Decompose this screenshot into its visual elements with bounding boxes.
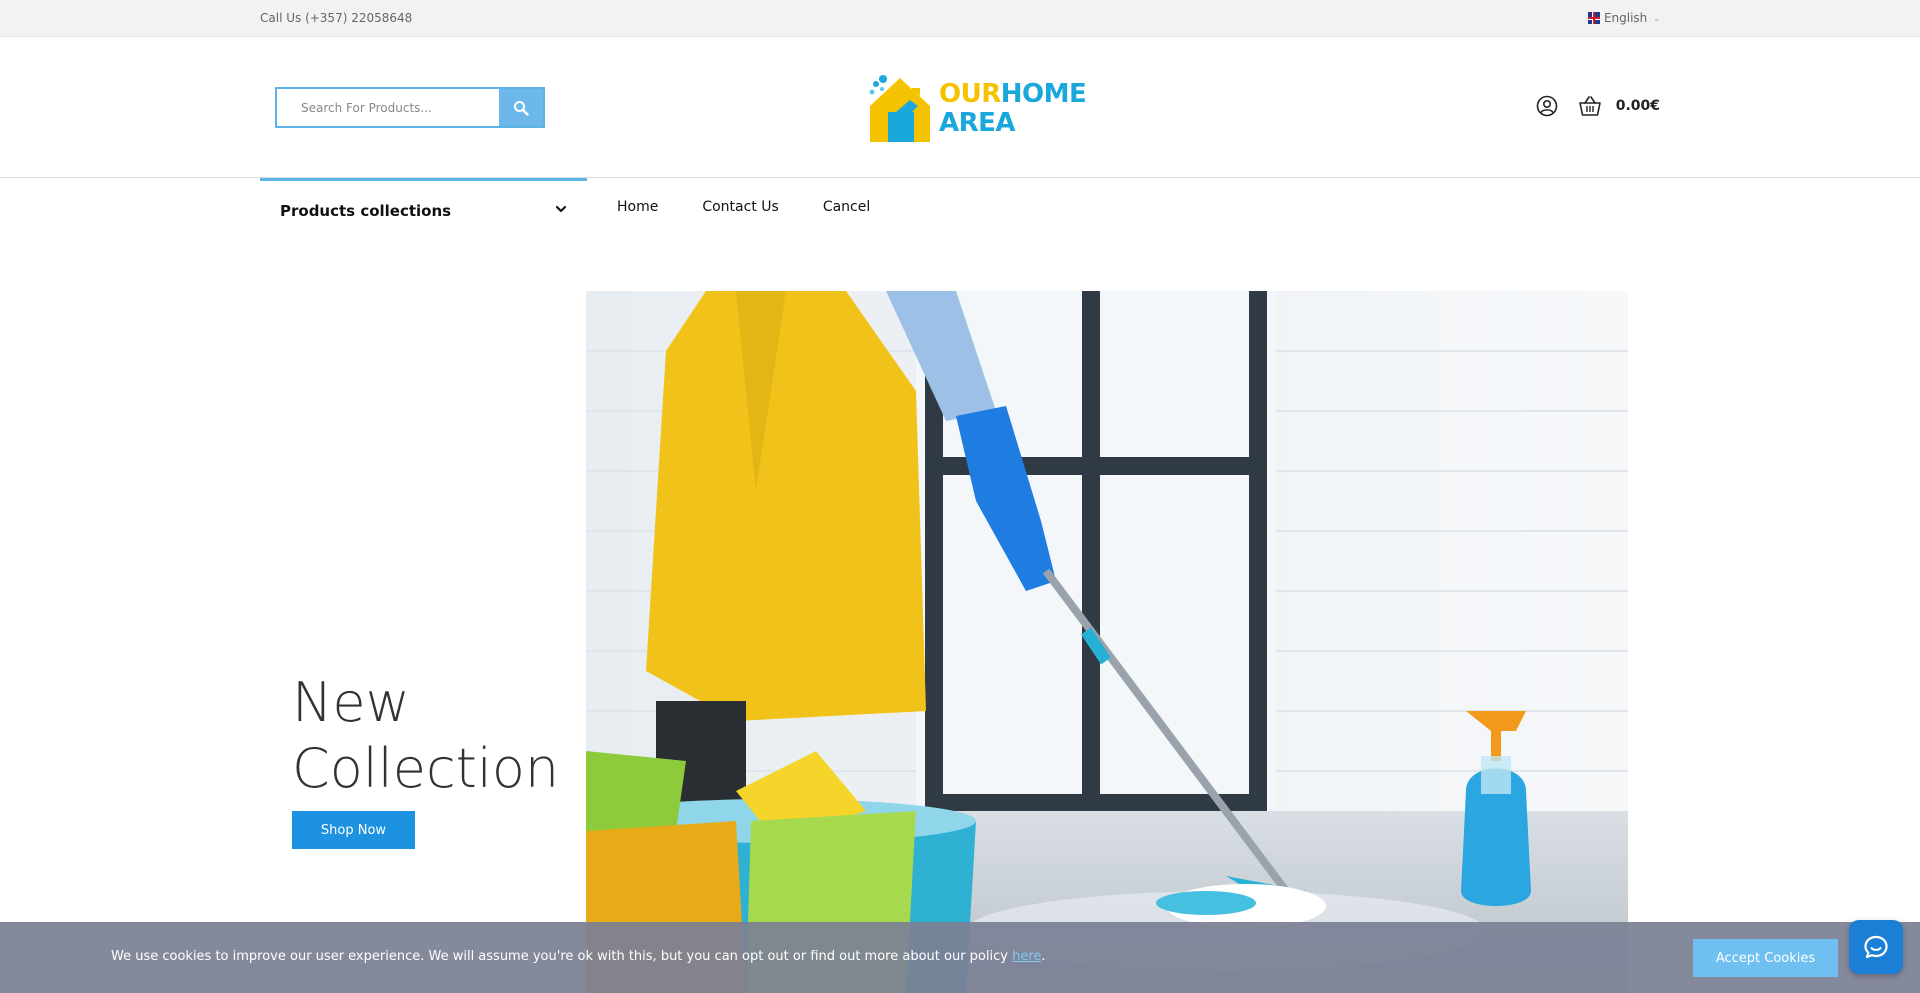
site-header: OURHOME AREA 0.00€: [0, 37, 1920, 178]
hero-title-line-1: New: [292, 671, 410, 734]
hero-heading: New Collection: [292, 670, 582, 802]
chevron-down-icon: [555, 205, 567, 213]
cart-total[interactable]: 0.00€: [1616, 98, 1660, 114]
shopping-basket-icon[interactable]: [1578, 95, 1602, 117]
hero-cleaning-photo: [586, 291, 1628, 993]
house-logo-icon: [869, 75, 930, 142]
chat-widget-button[interactable]: [1849, 920, 1903, 974]
main-nav: Products collections Home Contact Us Can…: [0, 178, 1920, 240]
header-actions: 0.00€: [1536, 95, 1660, 117]
call-us-text: Call Us (+357) 22058648: [260, 11, 413, 25]
chevron-down-icon: ⌄: [1653, 13, 1660, 23]
logo-word-our: OUR: [939, 79, 1001, 109]
chat-bubble-icon: [1864, 935, 1888, 959]
logo-word-home: HOME: [1000, 79, 1087, 109]
accept-cookies-button[interactable]: Accept Cookies: [1693, 939, 1838, 977]
nav-item-cancel[interactable]: Cancel: [823, 199, 870, 215]
hero-title-line-2: Collection: [292, 737, 560, 800]
products-collections-label: Products collections: [280, 202, 452, 220]
cookie-message: We use cookies to improve our user exper…: [111, 949, 1046, 964]
search-icon: [514, 100, 529, 116]
logo-text: OURHOME AREA: [939, 79, 1087, 138]
shop-now-button[interactable]: Shop Now: [292, 811, 415, 849]
nav-menu: Home Contact Us Cancel: [617, 199, 870, 215]
user-account-icon[interactable]: [1536, 95, 1558, 117]
products-collections-dropdown[interactable]: Products collections: [260, 178, 587, 240]
search-form: [275, 87, 545, 128]
cookie-message-text: We use cookies to improve our user exper…: [111, 949, 1013, 964]
nav-item-contact-us[interactable]: Contact Us: [702, 199, 778, 215]
top-bar: Call Us (+357) 22058648 English ⌄: [0, 0, 1920, 37]
cookie-policy-link[interactable]: here: [1012, 949, 1041, 964]
site-logo[interactable]: OURHOME AREA: [866, 70, 1087, 146]
search-input[interactable]: [277, 89, 499, 126]
uk-flag-icon: [1587, 12, 1600, 24]
language-label: English: [1603, 11, 1648, 25]
logo-word-area: AREA: [939, 108, 1016, 138]
search-button[interactable]: [499, 89, 543, 126]
language-selector[interactable]: English ⌄: [1587, 11, 1660, 25]
cookie-banner: We use cookies to improve our user exper…: [0, 922, 1920, 993]
hero-image: [586, 291, 1628, 993]
cookie-message-suffix: .: [1041, 949, 1046, 964]
nav-item-home[interactable]: Home: [617, 199, 658, 215]
